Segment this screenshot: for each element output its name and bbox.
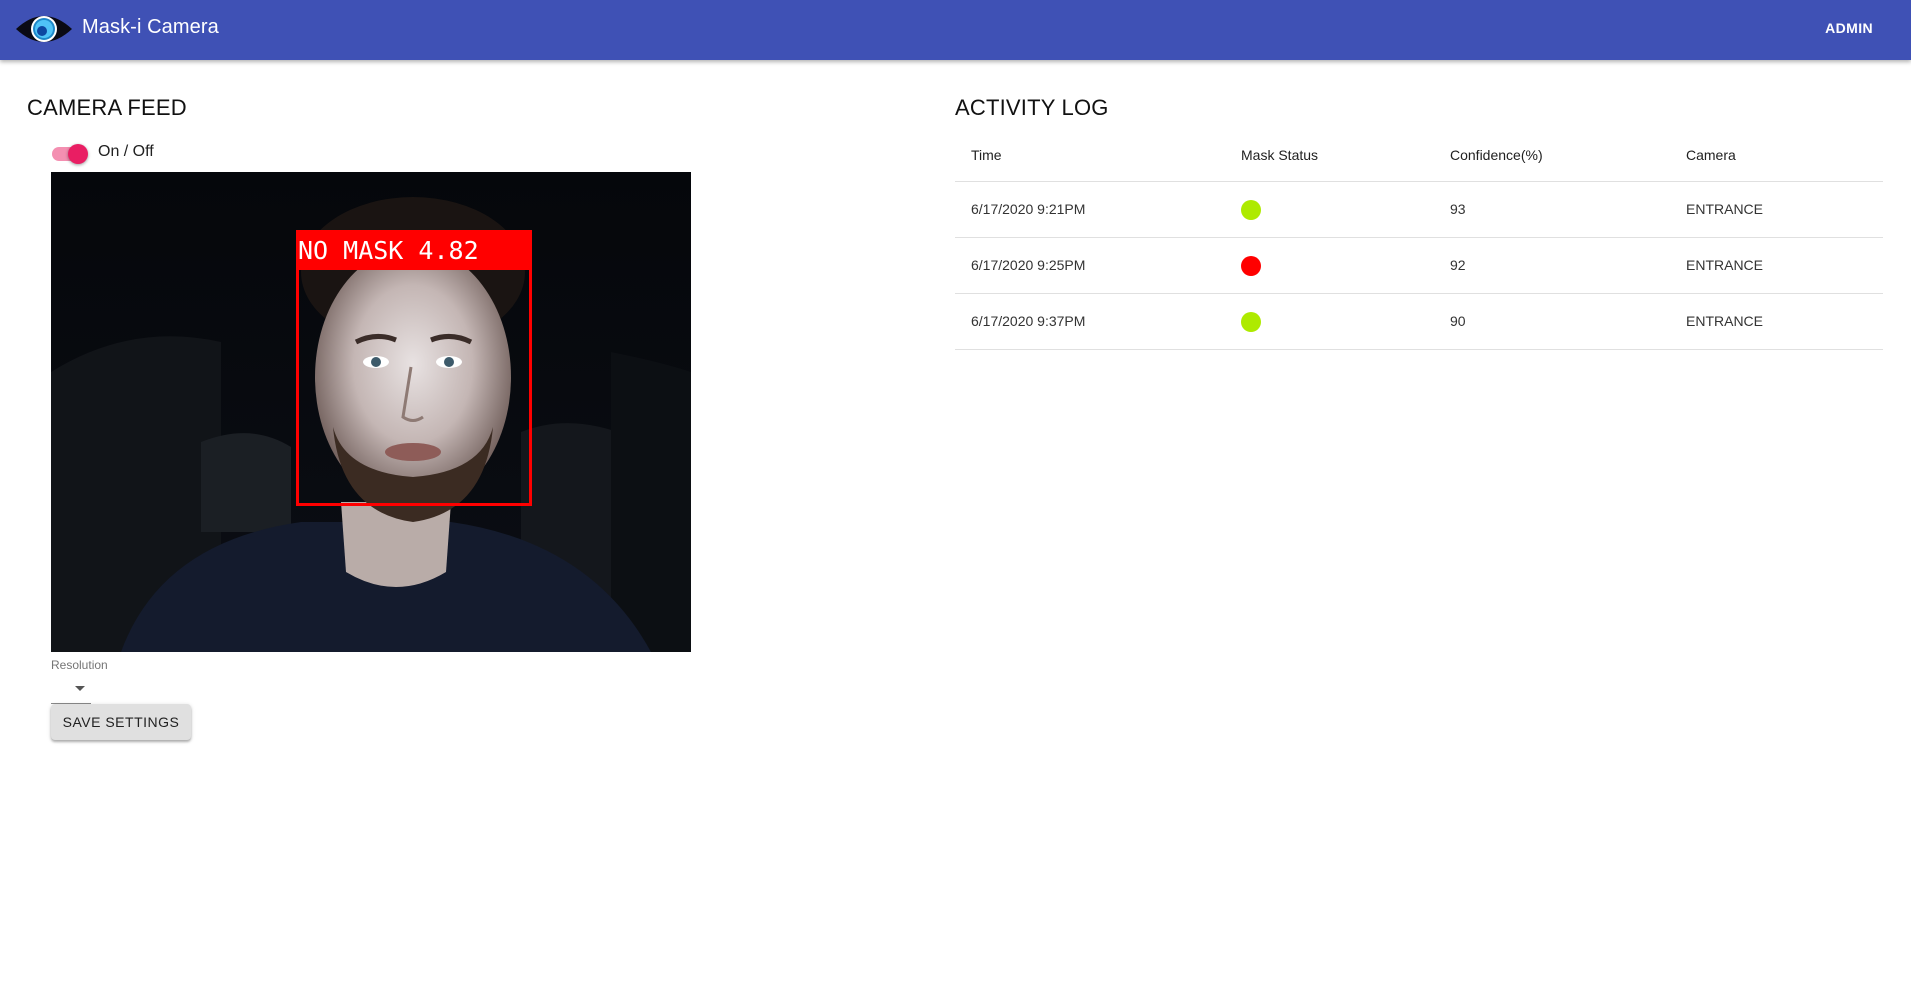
cell-camera: ENTRANCE: [1686, 181, 1883, 238]
face-detection-box: [296, 230, 532, 506]
camera-power-toggle[interactable]: [50, 143, 90, 164]
cell-time: 6/17/2020 9:21PM: [955, 181, 1241, 238]
cell-mask-status: [1241, 181, 1450, 238]
admin-button[interactable]: ADMIN: [1817, 14, 1881, 42]
detection-label: NO MASK 4.82: [296, 230, 532, 270]
app-title: Mask-i Camera: [82, 16, 219, 38]
app-bar: Mask-i Camera ADMIN: [0, 0, 1911, 60]
cell-mask-status: [1241, 237, 1450, 294]
cell-time: 6/17/2020 9:37PM: [955, 293, 1241, 350]
table-row: 6/17/2020 9:21PM 93 ENTRANCE: [955, 181, 1883, 238]
table-row: 6/17/2020 9:25PM 92 ENTRANCE: [955, 237, 1883, 294]
mask-status-dot-icon: [1241, 255, 1261, 276]
cell-camera: ENTRANCE: [1686, 293, 1883, 350]
chevron-down-icon: [75, 686, 85, 691]
camera-feed-view: NO MASK 4.82: [51, 172, 691, 652]
cell-mask-status: [1241, 293, 1450, 350]
cell-confidence: 92: [1450, 237, 1686, 294]
table-row: 6/17/2020 9:37PM 90 ENTRANCE: [955, 293, 1883, 350]
column-header-camera: Camera: [1686, 130, 1883, 182]
table-header-row: Time Mask Status Confidence(%) Camera: [955, 130, 1883, 182]
resolution-label: Resolution: [51, 658, 108, 672]
activity-log-table: Time Mask Status Confidence(%) Camera 6/…: [955, 130, 1883, 350]
column-header-time: Time: [955, 130, 1241, 182]
eye-icon[interactable]: [14, 7, 74, 51]
cell-camera: ENTRANCE: [1686, 237, 1883, 294]
resolution-select[interactable]: [51, 676, 91, 704]
mask-status-dot-icon: [1241, 311, 1261, 332]
column-header-mask-status: Mask Status: [1241, 130, 1450, 182]
cell-confidence: 93: [1450, 181, 1686, 238]
save-settings-button[interactable]: SAVE SETTINGS: [51, 704, 191, 740]
mask-status-dot-icon: [1241, 199, 1261, 220]
column-header-confidence: Confidence(%): [1450, 130, 1686, 182]
activity-log-title: ACTIVITY LOG: [955, 95, 1109, 120]
toggle-label: On / Off: [98, 143, 154, 160]
cell-time: 6/17/2020 9:25PM: [955, 237, 1241, 294]
toggle-thumb: [68, 144, 88, 164]
cell-confidence: 90: [1450, 293, 1686, 350]
camera-feed-title: CAMERA FEED: [27, 95, 187, 120]
